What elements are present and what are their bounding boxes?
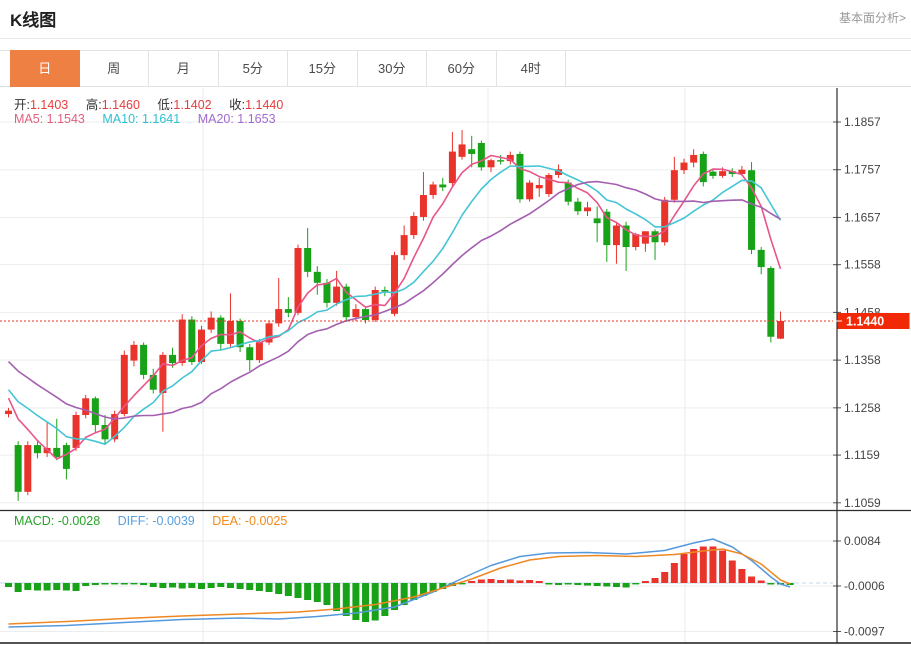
close-value: 1.1440 [245,98,283,112]
svg-text:1.1440: 1.1440 [846,314,884,328]
high-label: 高: [86,98,102,112]
diff-value: DIFF: -0.0039 [118,514,195,528]
svg-text:1.1657: 1.1657 [844,210,881,224]
open-label: 开: [14,98,30,112]
dea-value: DEA: -0.0025 [212,514,287,528]
ma5-readout: MA5: 1.1543 [14,112,85,126]
svg-text:1.1558: 1.1558 [844,258,881,272]
svg-text:1.1059: 1.1059 [844,496,881,510]
svg-text:1.1159: 1.1159 [844,448,880,462]
open-value: 1.1403 [30,98,68,112]
svg-text:1.1358: 1.1358 [844,353,881,367]
close-label: 收: [229,98,245,112]
svg-text:0.0084: 0.0084 [844,534,881,548]
ma-readout: MA5: 1.1543 MA10: 1.1641 MA20: 1.1653 [14,112,276,126]
macd-readout: MACD: -0.0028 DIFF: -0.0039 DEA: -0.0025 [14,514,287,528]
low-label: 低: [157,98,173,112]
ma20-readout: MA20: 1.1653 [198,112,276,126]
low-value: 1.1402 [173,98,211,112]
ma10-readout: MA10: 1.1641 [102,112,180,126]
svg-text:1.1857: 1.1857 [844,115,881,129]
ohlc-readout: 开:1.1403 高:1.1460 低:1.1402 收:1.1440 [14,94,297,113]
svg-text:-0.0006: -0.0006 [844,579,885,593]
macd-value: MACD: -0.0028 [14,514,100,528]
high-value: 1.1460 [102,98,140,112]
svg-text:-0.0097: -0.0097 [844,625,885,639]
svg-text:1.1757: 1.1757 [844,163,881,177]
svg-text:1.1258: 1.1258 [844,401,881,415]
kline-page: K线图 基本面分析> 日 周 月 5分 15分 30分 60分 4时 1.185… [0,0,911,646]
